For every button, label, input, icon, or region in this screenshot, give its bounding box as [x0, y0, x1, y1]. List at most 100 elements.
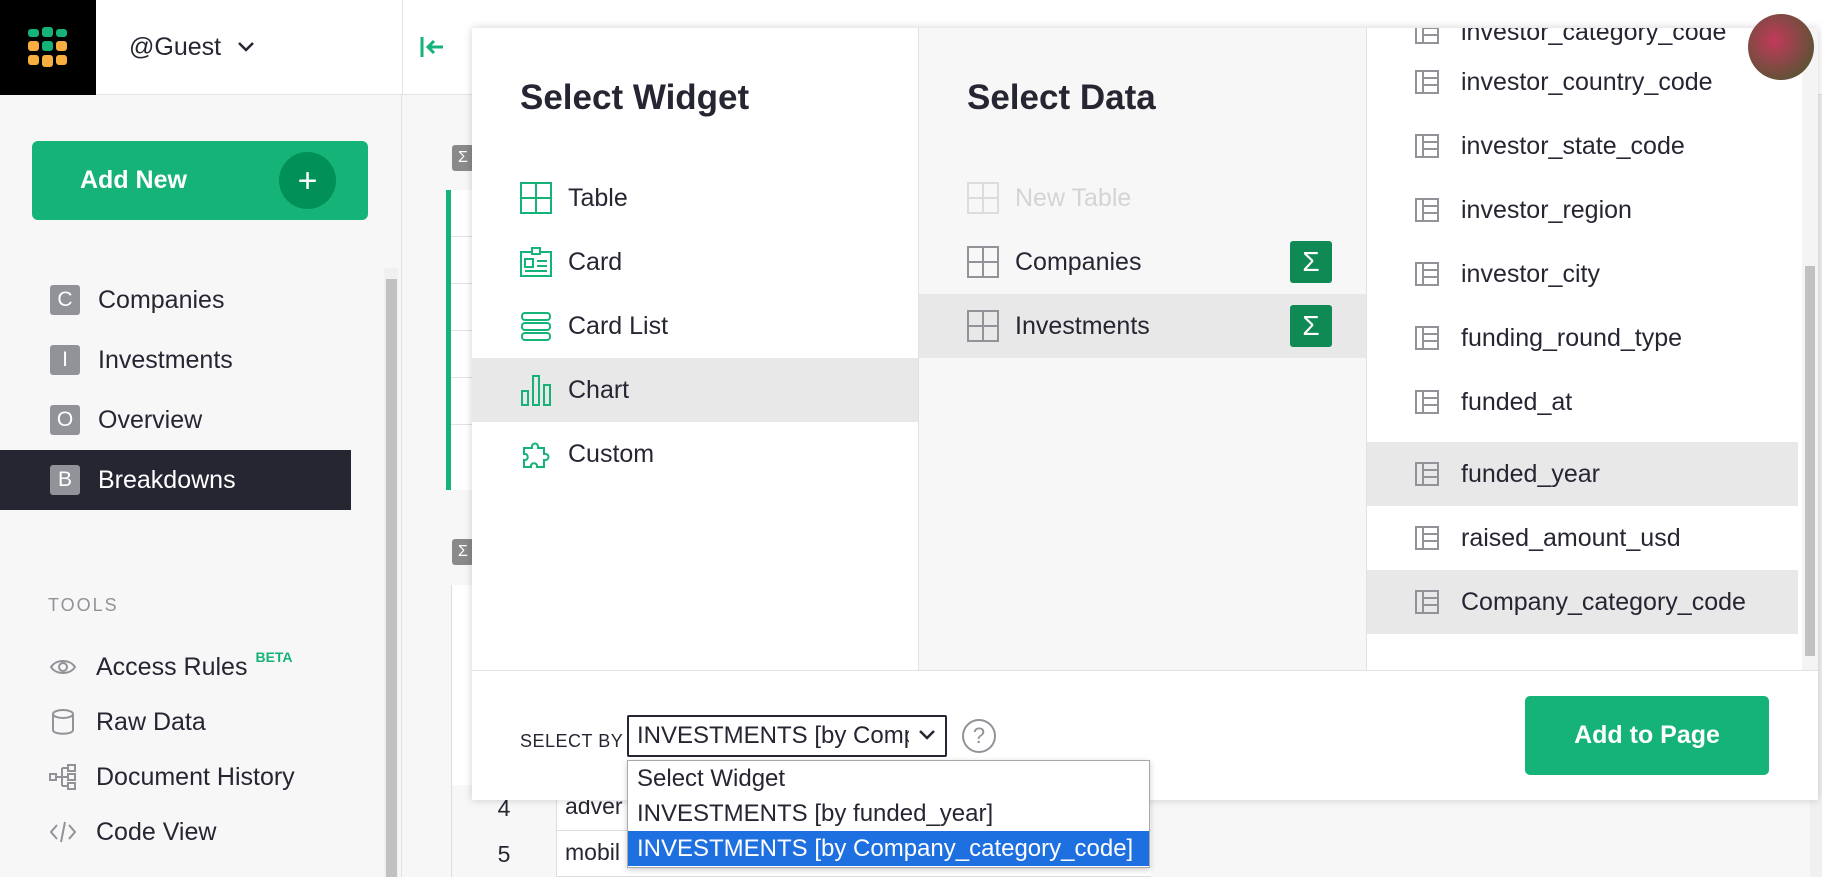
data-option-investments[interactable]: Investments Σ: [919, 294, 1366, 358]
left-panel-scroll-thumb[interactable]: [386, 279, 397, 877]
widget-label: Table: [568, 183, 628, 212]
field-icon: [1415, 526, 1439, 550]
data-label: New Table: [1015, 183, 1132, 212]
widget-label: Chart: [568, 375, 630, 404]
page-initial-icon: C: [50, 285, 80, 315]
fields-scrollbar[interactable]: [1802, 28, 1818, 670]
collapse-panel-icon[interactable]: [420, 34, 446, 67]
help-icon[interactable]: ?: [962, 719, 996, 753]
data-label: Investments: [1015, 311, 1150, 340]
custom-icon: [523, 442, 550, 468]
chart-icon: [521, 375, 551, 406]
field-option-selected[interactable]: Company_category_code: [1367, 570, 1798, 634]
field-icon: [1415, 198, 1439, 222]
widget-label: Custom: [568, 439, 655, 468]
summarize-button[interactable]: Σ: [1290, 241, 1332, 283]
field-label: funding_round_type: [1461, 323, 1683, 352]
field-option[interactable]: investor_state_code: [1367, 114, 1798, 178]
widget-option-custom[interactable]: Custom: [472, 422, 918, 486]
select-by-options: Select Widget INVESTMENTS [by funded_yea…: [627, 760, 1150, 868]
select-by-dropdown[interactable]: INVESTMENTS [by Company_category_code]: [627, 715, 947, 757]
table-icon: [967, 182, 999, 214]
select-widget-title: Select Widget: [520, 78, 750, 117]
add-new-button[interactable]: Add New +: [32, 141, 368, 220]
field-icon: [1415, 390, 1439, 414]
chevron-down-icon: [919, 730, 935, 740]
grist-logo-icon: [28, 26, 67, 67]
field-option[interactable]: investor_city: [1367, 242, 1798, 306]
widget-option-card[interactable]: Card: [472, 230, 918, 294]
data-option-companies[interactable]: Companies Σ: [919, 230, 1366, 294]
group-by-fields-column: investor_category_code investor_country_…: [1367, 28, 1818, 670]
field-label: funded_at: [1461, 387, 1573, 416]
code-icon: [49, 821, 77, 843]
summarize-button[interactable]: Σ: [1290, 305, 1332, 347]
field-label: investor_region: [1461, 195, 1632, 224]
field-label: Company_category_code: [1461, 587, 1746, 616]
field-option[interactable]: investor_region: [1367, 178, 1798, 242]
widget-option-chart[interactable]: Chart: [472, 358, 918, 422]
page-list: C Companies I Investments O Overview B B…: [0, 270, 351, 510]
org-name: @Guest: [129, 32, 222, 61]
widget-option-table[interactable]: Table: [472, 166, 918, 230]
tool-document-history[interactable]: Document History: [48, 757, 295, 797]
table-icon: [520, 182, 552, 214]
user-avatar[interactable]: [1748, 14, 1814, 80]
fields-scroll-thumb[interactable]: [1805, 266, 1815, 656]
select-by-option-highlighted[interactable]: INVESTMENTS [by Company_category_code]: [628, 831, 1149, 866]
chevron-down-icon: [237, 37, 255, 58]
add-to-page-button[interactable]: Add to Page: [1525, 696, 1769, 775]
field-icon: [1415, 28, 1439, 44]
table-cell[interactable]: mobil: [565, 839, 620, 866]
field-option-selected[interactable]: funded_year: [1367, 442, 1798, 506]
field-option[interactable]: funded_at: [1367, 370, 1798, 434]
summary-icon: Σ: [452, 145, 474, 171]
data-option-new-table: New Table: [919, 166, 1366, 230]
page-item-breakdowns[interactable]: B Breakdowns: [0, 450, 351, 510]
widget-option-card-list[interactable]: Card List: [472, 294, 918, 358]
tool-code-view[interactable]: Code View: [48, 812, 216, 852]
page-item-overview[interactable]: O Overview: [0, 390, 351, 450]
select-data-column: Select Data New Table Companies Σ Invest…: [919, 28, 1367, 670]
tool-label: Raw Data: [96, 707, 206, 736]
tool-access-rules[interactable]: Access Rules BETA: [48, 647, 293, 687]
tool-label: Document History: [96, 762, 295, 791]
row-number: 5: [452, 831, 557, 877]
select-by-option[interactable]: INVESTMENTS [by funded_year]: [628, 796, 1149, 831]
data-label: Companies: [1015, 247, 1142, 276]
field-label: investor_country_code: [1461, 67, 1713, 96]
left-panel: Add New + C Companies I Investments O Ov…: [0, 95, 402, 877]
field-label: investor_category_code: [1461, 28, 1727, 46]
page-label: Companies: [98, 285, 225, 314]
page-label: Breakdowns: [98, 465, 236, 494]
page-item-companies[interactable]: C Companies: [0, 270, 351, 330]
page-initial-icon: O: [50, 405, 80, 435]
card-icon: [520, 247, 552, 277]
page-item-investments[interactable]: I Investments: [0, 330, 351, 390]
widget-label: Card List: [568, 311, 669, 340]
field-icon: [1415, 70, 1439, 94]
table-icon: [967, 310, 999, 342]
app-logo[interactable]: [0, 0, 96, 95]
org-switcher[interactable]: @Guest: [96, 0, 402, 95]
field-icon: [1415, 462, 1439, 486]
page-label: Overview: [98, 405, 203, 434]
field-option[interactable]: investor_country_code: [1367, 50, 1798, 114]
summary-icon: Σ: [452, 539, 474, 565]
add-new-label: Add New: [80, 166, 187, 194]
add-widget-modal: Select Widget Table Card Card List Chart…: [472, 28, 1818, 800]
select-widget-column: Select Widget Table Card Card List Chart…: [472, 28, 919, 670]
field-option[interactable]: raised_amount_usd: [1367, 506, 1798, 570]
database-icon: [52, 709, 74, 735]
field-label: investor_state_code: [1461, 131, 1685, 160]
select-data-title: Select Data: [967, 78, 1156, 117]
select-by-option[interactable]: Select Widget: [628, 761, 1149, 796]
card-list-icon: [521, 312, 551, 341]
page-label: Investments: [98, 345, 233, 374]
field-option[interactable]: funding_round_type: [1367, 306, 1798, 370]
tool-raw-data[interactable]: Raw Data: [48, 702, 206, 742]
table-icon: [967, 246, 999, 278]
field-label: funded_year: [1461, 459, 1601, 488]
field-icon: [1415, 326, 1439, 350]
plus-icon: +: [279, 152, 336, 209]
